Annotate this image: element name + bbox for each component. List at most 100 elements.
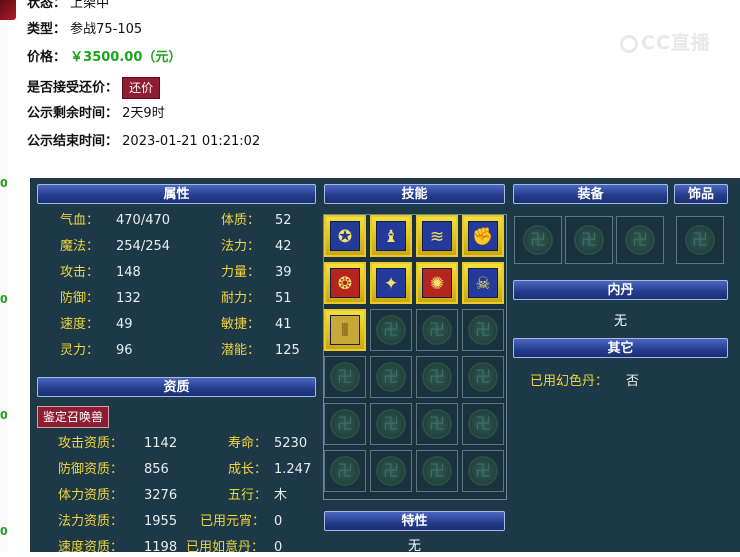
skill-slot[interactable]: ⫴ bbox=[324, 309, 366, 351]
equipment-header: 装备 bbox=[513, 184, 668, 204]
attr-label: 力量： bbox=[221, 265, 261, 280]
type-row: 类型： 参战75-105 bbox=[27, 21, 142, 39]
end-time-label: 公示结束时间： bbox=[27, 134, 119, 149]
attr-value: 254/254 bbox=[116, 239, 171, 254]
skill-slot[interactable]: ☠ bbox=[462, 262, 504, 304]
empty-slot-emblem-icon bbox=[468, 315, 498, 345]
equipment-slot[interactable] bbox=[565, 216, 613, 264]
inner-dan-header: 内丹 bbox=[513, 280, 728, 300]
accessory-slot[interactable] bbox=[676, 216, 724, 264]
skill-slot[interactable]: ✊ bbox=[462, 215, 504, 257]
accessory-header: 饰品 bbox=[674, 184, 728, 204]
skill-slot[interactable]: ❂ bbox=[324, 262, 366, 304]
aptitude-value: 1955 bbox=[144, 514, 178, 529]
aptitude-header: 资质 bbox=[37, 377, 316, 397]
aptitude-label: 速度资质： bbox=[58, 540, 124, 555]
empty-slot-emblem-icon bbox=[574, 225, 604, 255]
attr-value: 470/470 bbox=[116, 213, 171, 228]
empty-skill-slot bbox=[462, 309, 504, 351]
aptitude-label: 防御资质： bbox=[58, 462, 124, 477]
pet-detail-panel: 属性 气血： 470/470 体质： 52 魔法： 254/254 法力： 42… bbox=[30, 178, 740, 555]
empty-skill-slot bbox=[462, 403, 504, 445]
appraise-pet-button[interactable]: 鉴定召唤兽 bbox=[37, 406, 110, 428]
aptitude-label: 已用如意丹： bbox=[186, 540, 265, 555]
avatar-thumbnail[interactable] bbox=[0, 0, 16, 20]
attr-value: 132 bbox=[116, 291, 141, 306]
skill-claw-icon: ⫴ bbox=[330, 315, 360, 345]
empty-skill-slot bbox=[462, 356, 504, 398]
empty-slot-emblem-icon bbox=[422, 456, 452, 486]
remaining-value: 2天9时 bbox=[122, 106, 165, 121]
empty-slot-emblem-icon bbox=[422, 315, 452, 345]
aptitude-label: 五行： bbox=[228, 488, 268, 503]
empty-slot-emblem-icon bbox=[330, 456, 360, 486]
attr-label: 防御： bbox=[60, 291, 100, 306]
price-value: ￥3500.00（元） bbox=[70, 50, 182, 65]
empty-slot-emblem-icon bbox=[468, 409, 498, 439]
end-time-row: 公示结束时间： 2023-01-21 01:21:02 bbox=[27, 133, 260, 151]
empty-skill-slot bbox=[416, 450, 458, 492]
empty-slot-emblem-icon bbox=[330, 362, 360, 392]
left-edge-value: 0 bbox=[0, 409, 8, 422]
aptitude-label: 成长： bbox=[228, 462, 268, 477]
aptitude-label: 攻击资质： bbox=[58, 436, 124, 451]
aptitude-value: 5230 bbox=[274, 436, 308, 451]
price-row: 价格： ￥3500.00（元） bbox=[27, 49, 181, 67]
aptitude-label: 法力资质： bbox=[58, 514, 124, 529]
status-label: 状态： bbox=[27, 0, 67, 11]
empty-slot-emblem-icon bbox=[523, 225, 553, 255]
empty-skill-slot bbox=[324, 450, 366, 492]
watermark-logo-icon bbox=[620, 34, 638, 53]
empty-slot-emblem-icon bbox=[330, 409, 360, 439]
attr-label: 体质： bbox=[221, 213, 261, 228]
skill-slot[interactable]: ✪ bbox=[324, 215, 366, 257]
equipment-slot[interactable] bbox=[514, 216, 562, 264]
skill-slot[interactable]: ✦ bbox=[370, 262, 412, 304]
aptitude-value: 3276 bbox=[144, 488, 178, 503]
inner-dan-value: 无 bbox=[613, 314, 627, 329]
empty-slot-emblem-icon bbox=[376, 315, 406, 345]
empty-skill-slot bbox=[416, 356, 458, 398]
attr-value: 148 bbox=[116, 265, 141, 280]
remaining-row: 公示剩余时间： 2天9时 bbox=[27, 105, 165, 123]
attr-label: 潜能： bbox=[221, 343, 261, 358]
attr-value: 52 bbox=[275, 213, 292, 228]
left-edge-value: 0 bbox=[0, 293, 8, 306]
aptitude-value: 木 bbox=[274, 488, 288, 503]
skill-slot[interactable]: ♝ bbox=[370, 215, 412, 257]
color-pill-used-label: 已用幻色丹： bbox=[530, 374, 609, 389]
haggle-row: 是否接受还价： 还价 bbox=[27, 77, 161, 99]
attr-value: 125 bbox=[275, 343, 300, 358]
skill-skeleton-icon: ☠ bbox=[468, 268, 498, 298]
empty-slot-emblem-icon bbox=[468, 456, 498, 486]
attr-label: 灵力： bbox=[60, 343, 100, 358]
attr-label: 法力： bbox=[221, 239, 261, 254]
haggle-button[interactable]: 还价 bbox=[122, 77, 161, 99]
type-value: 参战75-105 bbox=[70, 22, 143, 37]
empty-skill-slot bbox=[324, 403, 366, 445]
skills-header: 技能 bbox=[324, 184, 505, 204]
type-label: 类型： bbox=[27, 22, 67, 37]
attr-value: 51 bbox=[275, 291, 292, 306]
attr-value: 42 bbox=[275, 239, 292, 254]
equipment-slot[interactable] bbox=[616, 216, 664, 264]
empty-skill-slot bbox=[416, 403, 458, 445]
empty-skill-slot bbox=[462, 450, 504, 492]
empty-skill-slot bbox=[370, 450, 412, 492]
aptitude-label: 已用元宵： bbox=[200, 514, 266, 529]
left-edge-value: 0 bbox=[0, 525, 8, 538]
empty-slot-emblem-icon bbox=[422, 362, 452, 392]
aptitude-value: 0 bbox=[274, 514, 283, 529]
attr-value: 41 bbox=[275, 317, 292, 332]
left-edge-strip bbox=[0, 0, 8, 552]
skill-slot[interactable]: ≋ bbox=[416, 215, 458, 257]
other-header: 其它 bbox=[513, 338, 728, 358]
empty-slot-emblem-icon bbox=[468, 362, 498, 392]
attr-label: 敏捷： bbox=[221, 317, 261, 332]
haggle-label: 是否接受还价： bbox=[27, 80, 119, 96]
aptitude-label: 寿命： bbox=[228, 436, 268, 451]
empty-skill-slot bbox=[416, 309, 458, 351]
skill-seal-icon: ❂ bbox=[330, 268, 360, 298]
skill-slot[interactable]: ✺ bbox=[416, 262, 458, 304]
status-value: 上架中 bbox=[70, 0, 110, 11]
